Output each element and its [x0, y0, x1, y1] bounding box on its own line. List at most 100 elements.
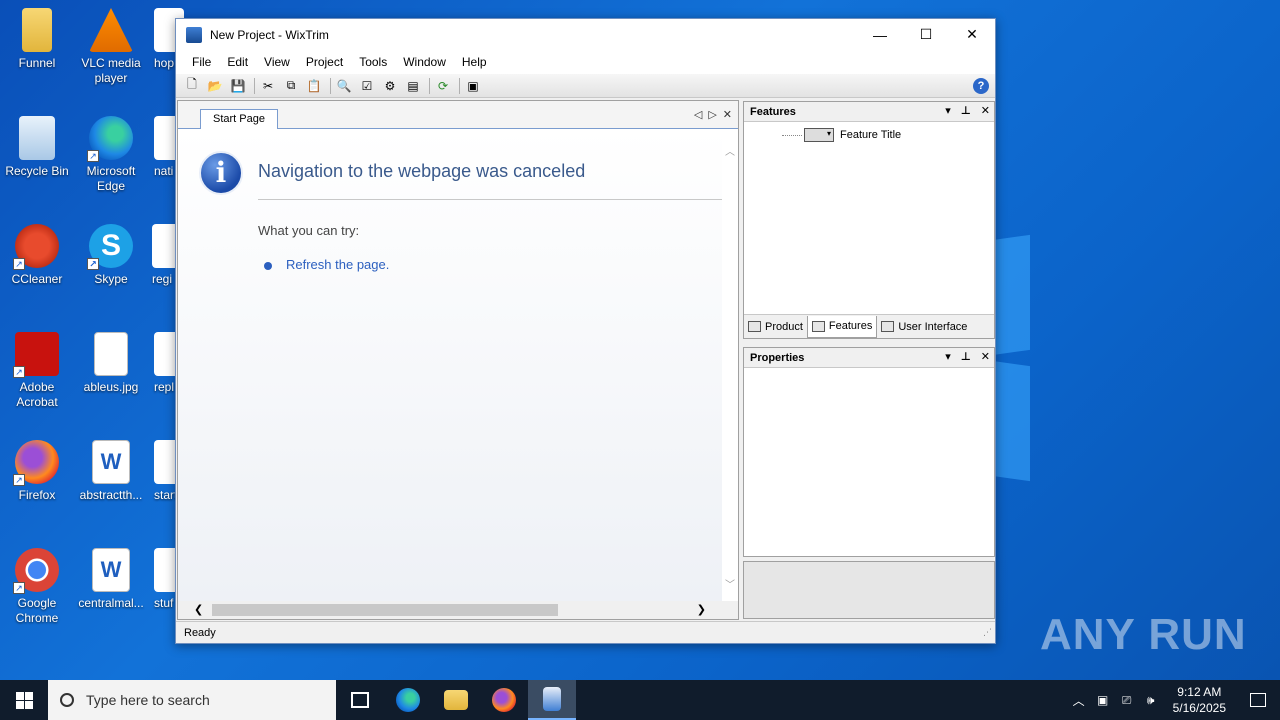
scroll-left-icon[interactable]: ❮: [194, 603, 203, 616]
title-bar[interactable]: New Project - WixTrim — ☐ ✕: [176, 19, 995, 50]
anyrun-watermark: ANY RUN: [1040, 610, 1247, 659]
taskbar-firefox[interactable]: [480, 680, 528, 720]
desktop-icon-google-chrome[interactable]: ↗ Google Chrome: [0, 548, 74, 626]
scroll-up-icon[interactable]: ︿: [725, 143, 735, 158]
image-file-icon: [94, 332, 128, 376]
pane-dropdown-icon[interactable]: ▾: [945, 350, 951, 363]
tab-label: Product: [765, 320, 803, 333]
desktop-icon-edge[interactable]: ↗ Microsoft Edge: [74, 116, 148, 194]
folder-icon: [22, 8, 52, 52]
desktop-icon-label: ableus.jpg: [83, 380, 139, 394]
save-icon[interactable]: 💾: [228, 77, 248, 95]
properties-icon[interactable]: ▤: [403, 77, 423, 95]
search-placeholder: Type here to search: [86, 692, 210, 708]
menu-window[interactable]: Window: [395, 55, 454, 69]
scroll-thumb[interactable]: [212, 604, 558, 616]
scroll-right-icon[interactable]: ❯: [697, 603, 706, 616]
desktop-icon-firefox[interactable]: ↗ Firefox: [0, 440, 74, 503]
resize-grip-icon[interactable]: ⋰: [983, 621, 992, 643]
show-hidden-icons-icon[interactable]: ︿: [1067, 692, 1091, 709]
tab-product[interactable]: Product: [744, 316, 807, 338]
window-title: New Project - WixTrim: [210, 27, 329, 42]
edge-icon: [396, 688, 420, 712]
product-icon: [748, 321, 761, 332]
taskbar-wixtrim[interactable]: [528, 680, 576, 720]
task-view-button[interactable]: [336, 680, 384, 720]
feature-tree-item[interactable]: ▾ Feature Title: [782, 128, 901, 142]
start-button[interactable]: [0, 680, 48, 720]
notification-center-button[interactable]: [1236, 680, 1280, 720]
clock[interactable]: 9:12 AM 5/16/2025: [1163, 684, 1236, 716]
menu-file[interactable]: File: [184, 55, 219, 69]
volume-icon[interactable]: 🕪: [1139, 693, 1163, 708]
desktop-icon-funnel[interactable]: Funnel: [0, 8, 74, 71]
status-bar: Ready ⋰: [176, 621, 995, 643]
refresh-icon[interactable]: ⟳: [433, 77, 453, 95]
paste-icon[interactable]: 📋: [304, 77, 324, 95]
close-button[interactable]: ✕: [949, 19, 995, 50]
properties-pane: Properties ▾ ⊥ ✕: [743, 347, 995, 557]
feature-title-label: Feature Title: [840, 129, 902, 141]
wixtrim-app-icon: [186, 26, 202, 43]
desktop-icon-vlc[interactable]: VLC media player: [74, 8, 148, 86]
menu-edit[interactable]: Edit: [219, 55, 256, 69]
user-interface-icon: [881, 321, 895, 332]
taskbar-file-explorer[interactable]: [432, 680, 480, 720]
desktop-icon-skype[interactable]: S ↗ Skype: [74, 224, 148, 287]
pin-icon[interactable]: ⊥: [961, 350, 971, 363]
export-icon[interactable]: ▣: [463, 77, 483, 95]
desktop-icon-centralmal[interactable]: W centralmal...: [74, 548, 148, 611]
word-document-icon: W: [92, 440, 130, 484]
menu-tools[interactable]: Tools: [351, 55, 395, 69]
tab-start-page[interactable]: Start Page: [200, 109, 278, 129]
minimize-button[interactable]: —: [857, 19, 903, 50]
desktop-icon-ccleaner[interactable]: ↗ CCleaner: [0, 224, 74, 287]
meet-now-icon[interactable]: ▣: [1091, 693, 1115, 707]
pane-dropdown-icon[interactable]: ▾: [945, 104, 951, 117]
pane-close-icon[interactable]: ✕: [981, 104, 990, 117]
vertical-scrollbar[interactable]: ︿ ﹀: [722, 129, 738, 601]
tab-close-icon[interactable]: ✕: [723, 108, 732, 121]
desktop-icon-ableus-jpg[interactable]: ableus.jpg: [74, 332, 148, 395]
find-icon[interactable]: 🔍: [334, 77, 354, 95]
acrobat-icon: ↗: [13, 332, 59, 378]
properties-pane-title: Properties: [750, 351, 805, 364]
pane-close-icon[interactable]: ✕: [981, 350, 990, 363]
build-icon[interactable]: ⚙: [380, 77, 400, 95]
pin-icon[interactable]: ⊥: [961, 104, 971, 117]
clock-time: 9:12 AM: [1177, 685, 1222, 699]
network-icon[interactable]: ⎚: [1115, 693, 1139, 708]
cut-icon[interactable]: ✂: [258, 77, 278, 95]
taskbar-search-box[interactable]: Type here to search: [48, 680, 336, 720]
windows-start-icon: [15, 691, 33, 709]
tab-features[interactable]: Features: [806, 315, 878, 338]
maximize-button[interactable]: ☐: [903, 19, 949, 50]
desktop-icon-label: stuf: [154, 596, 174, 610]
open-icon[interactable]: 📂: [205, 77, 225, 95]
horizontal-scrollbar[interactable]: ❮ ❯: [178, 601, 738, 619]
folder-icon: [444, 690, 468, 710]
menu-view[interactable]: View: [256, 55, 298, 69]
desktop-icon-abstractth[interactable]: W abstractth...: [74, 440, 148, 503]
validate-icon[interactable]: ☑: [357, 77, 377, 95]
scroll-down-icon[interactable]: ﹀: [725, 576, 735, 591]
tab-scroll-right-icon[interactable]: ▷: [708, 108, 716, 121]
ccleaner-icon: ↗: [13, 224, 59, 270]
tab-scroll-left-icon[interactable]: ◁: [694, 108, 702, 121]
features-pane-tabs: Product Features User Interface: [744, 314, 994, 338]
tab-user-interface[interactable]: User Interface: [877, 316, 971, 338]
taskbar-edge[interactable]: [384, 680, 432, 720]
menu-help[interactable]: Help: [454, 55, 495, 69]
desktop-icon-recycle-bin[interactable]: Recycle Bin: [0, 116, 74, 179]
copy-icon[interactable]: ⧉: [281, 77, 301, 95]
help-icon[interactable]: ?: [973, 78, 989, 94]
refresh-page-link[interactable]: Refresh the page.: [286, 257, 389, 272]
new-icon[interactable]: 🗋: [182, 77, 202, 95]
desktop-icon-adobe-acrobat[interactable]: ↗ Adobe Acrobat: [0, 332, 74, 410]
search-icon: [60, 693, 74, 707]
clock-date: 5/16/2025: [1172, 701, 1226, 715]
features-pane: Features ▾ ⊥ ✕ ▾ Feature Title Product F…: [743, 101, 995, 339]
menu-project[interactable]: Project: [298, 55, 351, 69]
taskbar: Type here to search ︿ ▣ ⎚ 🕪 9:12 AM 5/16…: [0, 680, 1280, 720]
desktop-icon-label: Recycle Bin: [5, 164, 69, 178]
